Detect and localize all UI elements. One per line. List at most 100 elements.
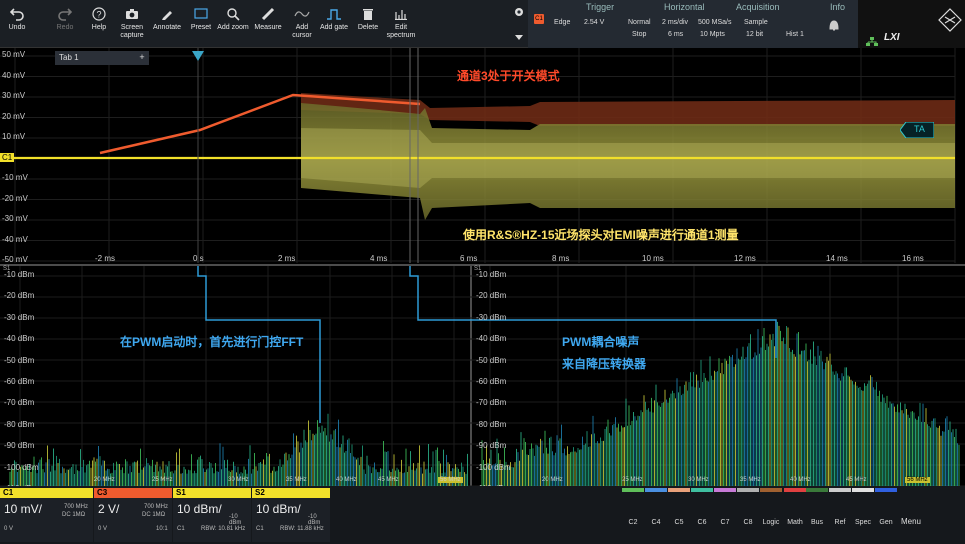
s2-reference: -10 dBm [308, 514, 321, 526]
right-spectrum-y-label: -40 dBm [476, 334, 507, 344]
settings-menu[interactable] [512, 2, 526, 46]
tab-1[interactable]: Tab 1 [55, 51, 135, 65]
left-spectrum-y-label: -50 dBm [4, 355, 35, 365]
edit-spectrum-button[interactable]: Edit spectrum [384, 0, 418, 48]
annotate-button[interactable]: Annotate [150, 0, 184, 48]
upper-y-label: 40 mV [2, 70, 26, 80]
s1-card-title: S1 [173, 488, 251, 498]
s2-source: C1 [256, 526, 264, 532]
scope-display[interactable]: Tab 1 + 50 mV 40 mV 30 mV 20 mV 10 mV C1 -10 m… [0, 48, 965, 493]
trigger-horizontal-acquisition-panel[interactable]: Trigger Horizontal Acquisition Info C1 E… [528, 0, 858, 48]
add-zoom-button[interactable]: Add zoom [216, 0, 250, 48]
left-spectrum [9, 413, 468, 486]
left-spectrum-x-label: 35 MHz [286, 477, 307, 483]
edit-spectrum-label: Edit spectrum [386, 24, 416, 39]
resolution-bits: 12 bit [746, 31, 764, 38]
right-spectrum-y-label: -90 dBm [476, 441, 507, 451]
bell-icon[interactable] [828, 18, 840, 37]
annotation-gated-fft: 在PWM启动时，首先进行门控FFT [120, 335, 304, 349]
signal-button-c4[interactable]: C4 [645, 488, 667, 542]
color-strip [691, 488, 713, 492]
time-axis-label: 6 ms [460, 254, 478, 263]
annotation-pwm-1: PWM耦合噪声 [562, 335, 640, 349]
left-spectrum-x-label: 20 MHz [94, 477, 115, 483]
help-button[interactable]: ? Help [84, 0, 114, 48]
c1-offset: 0 V [4, 526, 14, 532]
time-per-div: 2 ms/div [662, 19, 689, 26]
measure-button[interactable]: Measure [252, 0, 284, 48]
left-spectrum-x-label: 40 MHz [336, 477, 357, 483]
upper-y-label: 50 mV [2, 50, 26, 59]
redo-button[interactable]: Redo [50, 0, 80, 48]
right-spectrum [481, 321, 960, 486]
time-axis-label: -2 ms [95, 254, 115, 263]
left-spectrum-y-label: -20 dBm [4, 291, 35, 301]
screen-capture-label: Screen capture [120, 24, 144, 39]
color-strip [622, 488, 644, 492]
spectrum-card-s2[interactable]: S2 10 dBm/ -10 dBm C1 RBW: 11.88 kHz [252, 488, 330, 542]
add-zoom-label: Add zoom [217, 24, 249, 31]
s1-scale: 10 dBm/ [177, 502, 222, 516]
signal-button-label: Math [787, 519, 803, 526]
delete-button[interactable]: Delete [354, 0, 382, 48]
pencil-icon [160, 4, 174, 24]
right-spectrum-y-label: -30 dBm [476, 312, 507, 322]
signal-button-gen[interactable]: Gen [875, 488, 897, 542]
trigger-header: Trigger [586, 2, 615, 12]
c1-card-title: C1 [0, 488, 93, 498]
signal-button-label: Ref [834, 519, 846, 526]
preset-button[interactable]: Preset [186, 0, 216, 48]
color-strip [806, 488, 828, 492]
redo-icon [58, 4, 72, 24]
trigger-mode: Normal [628, 19, 651, 26]
screen-capture-button[interactable]: Screen capture [116, 0, 148, 48]
channel-card-c1[interactable]: C1 10 mV/ 700 MHz DC 1MΩ 0 V [0, 488, 93, 542]
signal-button-menu[interactable]: Menu [900, 488, 922, 542]
signal-button-label: Menu [900, 517, 921, 526]
right-spectrum-x-label: 56 MHz [905, 477, 930, 483]
upper-y-label: -30 mV [2, 214, 28, 223]
horizontal-header: Horizontal [664, 2, 705, 12]
left-spectrum-y-label: -40 dBm [4, 334, 35, 344]
signal-button-label: Logic [762, 519, 780, 526]
signal-button-c6[interactable]: C6 [691, 488, 713, 542]
signal-button-bus[interactable]: Bus [806, 488, 828, 542]
signal-button-c7[interactable]: C7 [714, 488, 736, 542]
add-cursor-button[interactable]: Add cursor [286, 0, 318, 48]
signal-button-c8[interactable]: C8 [737, 488, 759, 542]
add-gate-button[interactable]: Add gate [318, 0, 350, 48]
color-strip [760, 488, 782, 492]
gate-pulse-icon [326, 4, 342, 24]
magnifier-icon [226, 4, 240, 24]
channel-card-c3[interactable]: C3 2 V/ 700 MHz DC 1MΩ 0 V 10:1 [94, 488, 172, 542]
acquisition-header: Acquisition [736, 2, 780, 12]
trigger-type: Edge [554, 19, 571, 26]
c3-bandwidth: 700 MHz [144, 504, 169, 510]
upper-y-label: 30 mV [2, 91, 26, 100]
trigger-position-marker[interactable] [192, 48, 204, 66]
s1-reference: -10 dBm [229, 514, 242, 526]
redo-label: Redo [56, 24, 74, 31]
signal-button-logic[interactable]: Logic [760, 488, 782, 542]
signal-button-c5[interactable]: C5 [668, 488, 690, 542]
undo-button[interactable]: Undo [2, 0, 32, 48]
signal-button-c2[interactable]: C2 [622, 488, 644, 542]
ta-marker[interactable]: TA [899, 121, 935, 139]
color-strip [668, 488, 690, 492]
time-axis-label: 4 ms [370, 254, 388, 263]
left-spectrum-y-label: -30 dBm [4, 312, 35, 322]
tab-1-label: Tab 1 [59, 53, 79, 62]
add-tab-button[interactable]: + [135, 51, 149, 65]
cursor-wave-icon [294, 4, 310, 24]
signal-button-label: C7 [720, 519, 730, 526]
signal-button-ref[interactable]: Ref [829, 488, 851, 542]
right-spectrum-x-label: 30 MHz [688, 477, 709, 483]
signal-button-label: C6 [697, 519, 707, 526]
signal-button-label: Gen [879, 519, 893, 526]
help-label: Help [91, 24, 107, 31]
signal-button-math[interactable]: Math [784, 488, 806, 542]
spectrum-card-s1[interactable]: S1 10 dBm/ -10 dBm C1 RBW: 10.81 kHz [173, 488, 251, 542]
upper-y-label: -10 mV [2, 173, 28, 182]
signal-button-spec[interactable]: Spec [852, 488, 874, 542]
color-strip [784, 488, 806, 492]
